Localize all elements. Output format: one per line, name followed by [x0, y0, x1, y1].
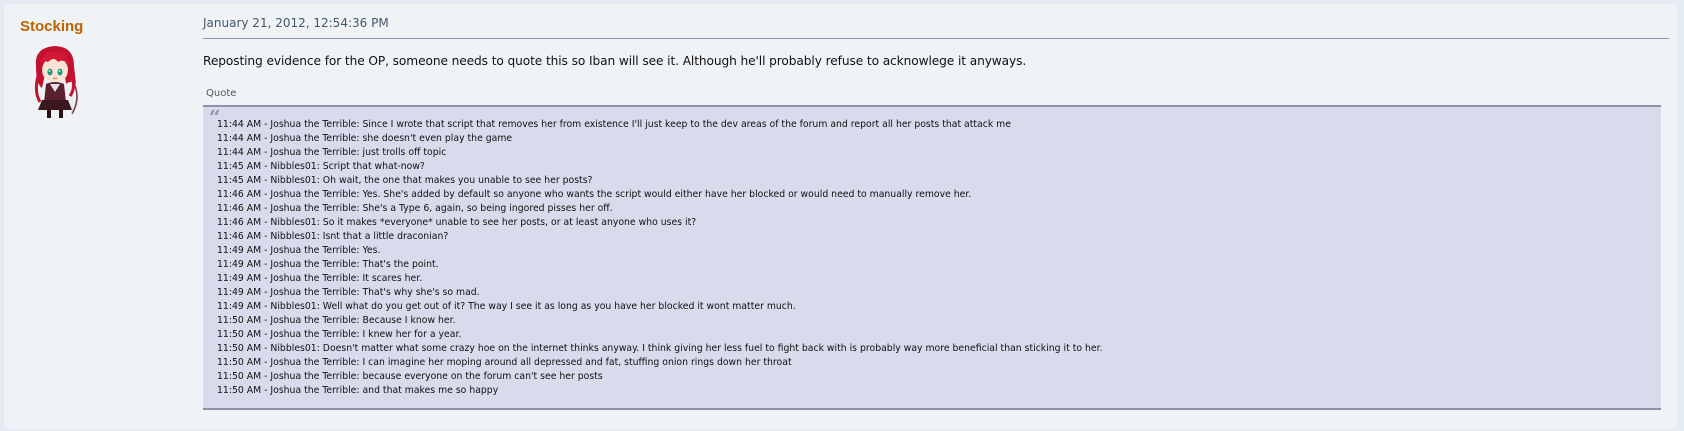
- quote-line: 11:44 AM - Joshua the Terrible: just tro…: [217, 147, 447, 158]
- quote-line: 11:45 AM - Nibbles01: Oh wait, the one t…: [217, 175, 593, 186]
- poster-name-link[interactable]: Stocking: [20, 18, 83, 35]
- quote-lines: 11:44 AM - Joshua the Terrible: Since I …: [217, 118, 1103, 398]
- quote-line: 11:49 AM - Joshua the Terrible: That's t…: [217, 259, 439, 270]
- avatar-image: [34, 46, 78, 118]
- forum-post: Stocking January 21, 2012, 12:54:36 PM R…: [4, 4, 1678, 429]
- quote-line: 11:44 AM - Joshua the Terrible: she does…: [217, 133, 513, 144]
- user-avatar[interactable]: [26, 40, 86, 120]
- quote-header: Quote: [206, 88, 237, 99]
- quote-line: 11:50 AM - Joshua the Terrible: and that…: [217, 385, 499, 396]
- quote-line: 11:46 AM - Joshua the Terrible: She's a …: [217, 203, 613, 214]
- post-body-text: Reposting evidence for the OP, someone n…: [203, 54, 1027, 68]
- quote-line: 11:46 AM - Joshua the Terrible: Yes. She…: [217, 189, 972, 200]
- quote-line: 11:46 AM - Nibbles01: Isnt that a little…: [217, 231, 449, 242]
- quote-line: 11:46 AM - Nibbles01: So it makes *every…: [217, 217, 697, 228]
- quote-line: 11:49 AM - Nibbles01: Well what do you g…: [217, 301, 796, 312]
- quote-line: 11:49 AM - Joshua the Terrible: Yes.: [217, 245, 381, 256]
- divider: [203, 38, 1669, 39]
- quote-line: 11:45 AM - Nibbles01: Script that what-n…: [217, 161, 425, 172]
- quote-block: “ 11:44 AM - Joshua the Terrible: Since …: [203, 105, 1661, 410]
- quote-line: 11:50 AM - Joshua the Terrible: I knew h…: [217, 329, 462, 340]
- quote-line: 11:44 AM - Joshua the Terrible: Since I …: [217, 119, 1011, 130]
- quote-line: 11:50 AM - Joshua the Terrible: I can im…: [217, 357, 792, 368]
- quote-line: 11:49 AM - Joshua the Terrible: That's w…: [217, 287, 480, 298]
- quote-line: 11:50 AM - Joshua the Terrible: because …: [217, 371, 603, 382]
- quote-line: 11:50 AM - Joshua the Terrible: Because …: [217, 315, 456, 326]
- quote-line: 11:49 AM - Joshua the Terrible: It scare…: [217, 273, 423, 284]
- quote-line: 11:50 AM - Nibbles01: Doesn't matter wha…: [217, 343, 1103, 354]
- post-date: January 21, 2012, 12:54:36 PM: [203, 16, 389, 30]
